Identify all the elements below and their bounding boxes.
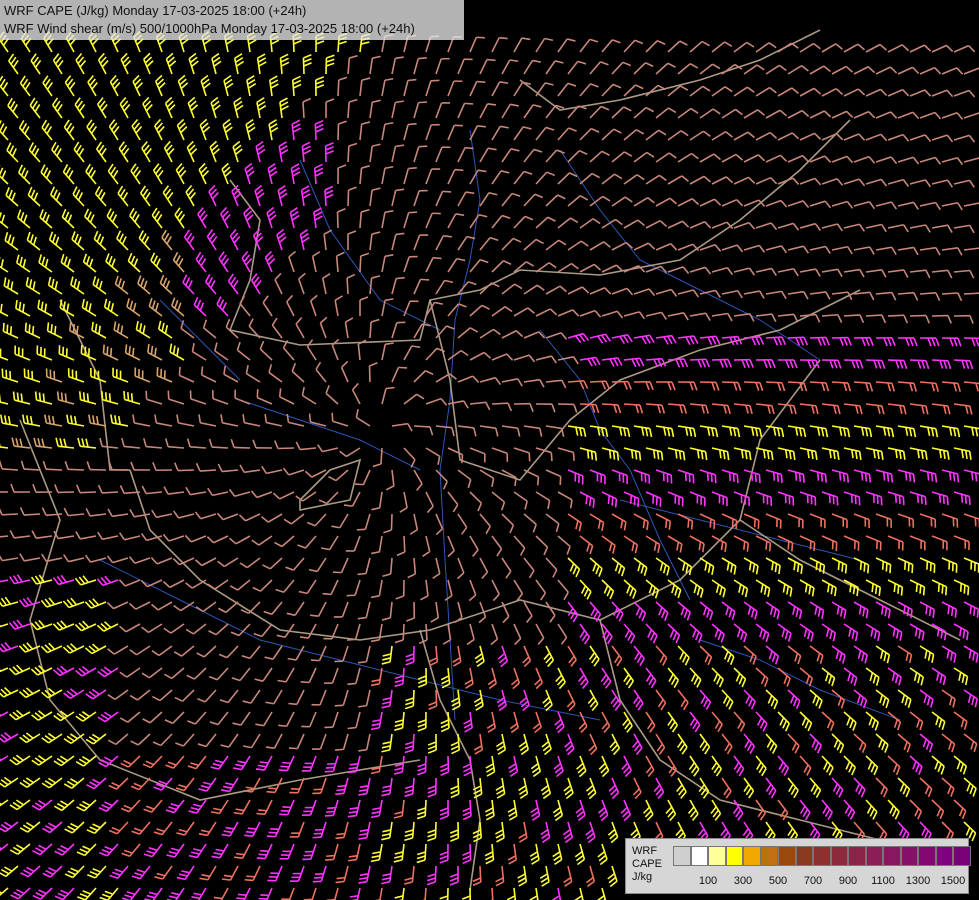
legend-model-label: WRF <box>632 845 658 857</box>
legend-swatch <box>673 846 691 866</box>
legend-swatch <box>813 846 831 866</box>
legend-labels: WRF CAPE J/kg <box>632 845 662 884</box>
legend-swatch <box>830 846 848 866</box>
legend-tick-label: 1300 <box>905 875 931 887</box>
map-title-box: WRF CAPE (J/kg) Monday 17-03-2025 18:00 … <box>0 0 464 40</box>
cape-title: WRF CAPE (J/kg) Monday 17-03-2025 18:00 … <box>4 3 307 18</box>
legend-swatch <box>848 846 866 866</box>
legend-swatch <box>900 846 918 866</box>
legend-unit-label: J/kg <box>632 871 653 883</box>
wind-shear-map <box>0 0 979 900</box>
legend-tick-label: 100 <box>698 875 718 887</box>
legend-swatch <box>760 846 778 866</box>
legend-swatch <box>778 846 796 866</box>
legend-swatch <box>883 846 901 866</box>
legend-swatch <box>935 846 953 866</box>
legend-swatch <box>795 846 813 866</box>
legend-swatch <box>690 846 708 866</box>
wind-shear-title: WRF Wind shear (m/s) 500/1000hPa Monday … <box>4 21 415 36</box>
legend-color-scale <box>673 846 971 866</box>
legend-swatch <box>918 846 936 866</box>
legend-tick-label: 500 <box>768 875 788 887</box>
legend-swatch <box>865 846 883 866</box>
legend-swatch <box>743 846 761 866</box>
legend-swatch <box>725 846 743 866</box>
legend-field-label: CAPE <box>632 858 662 870</box>
legend-tick-label: 1500 <box>940 875 966 887</box>
cape-legend: WRF CAPE J/kg 100 300 500 700 900 1100 1300 150… <box>625 838 971 894</box>
legend-tick-label: 700 <box>803 875 823 887</box>
legend-tick-label: 1100 <box>871 875 895 887</box>
legend-tick-label: 300 <box>733 875 753 887</box>
legend-swatch <box>953 846 971 866</box>
legend-tick-label: 900 <box>838 875 858 887</box>
legend-swatch <box>708 846 726 866</box>
legend-tick-labels: 100 300 500 700 900 1100 1300 1500 <box>673 875 966 889</box>
